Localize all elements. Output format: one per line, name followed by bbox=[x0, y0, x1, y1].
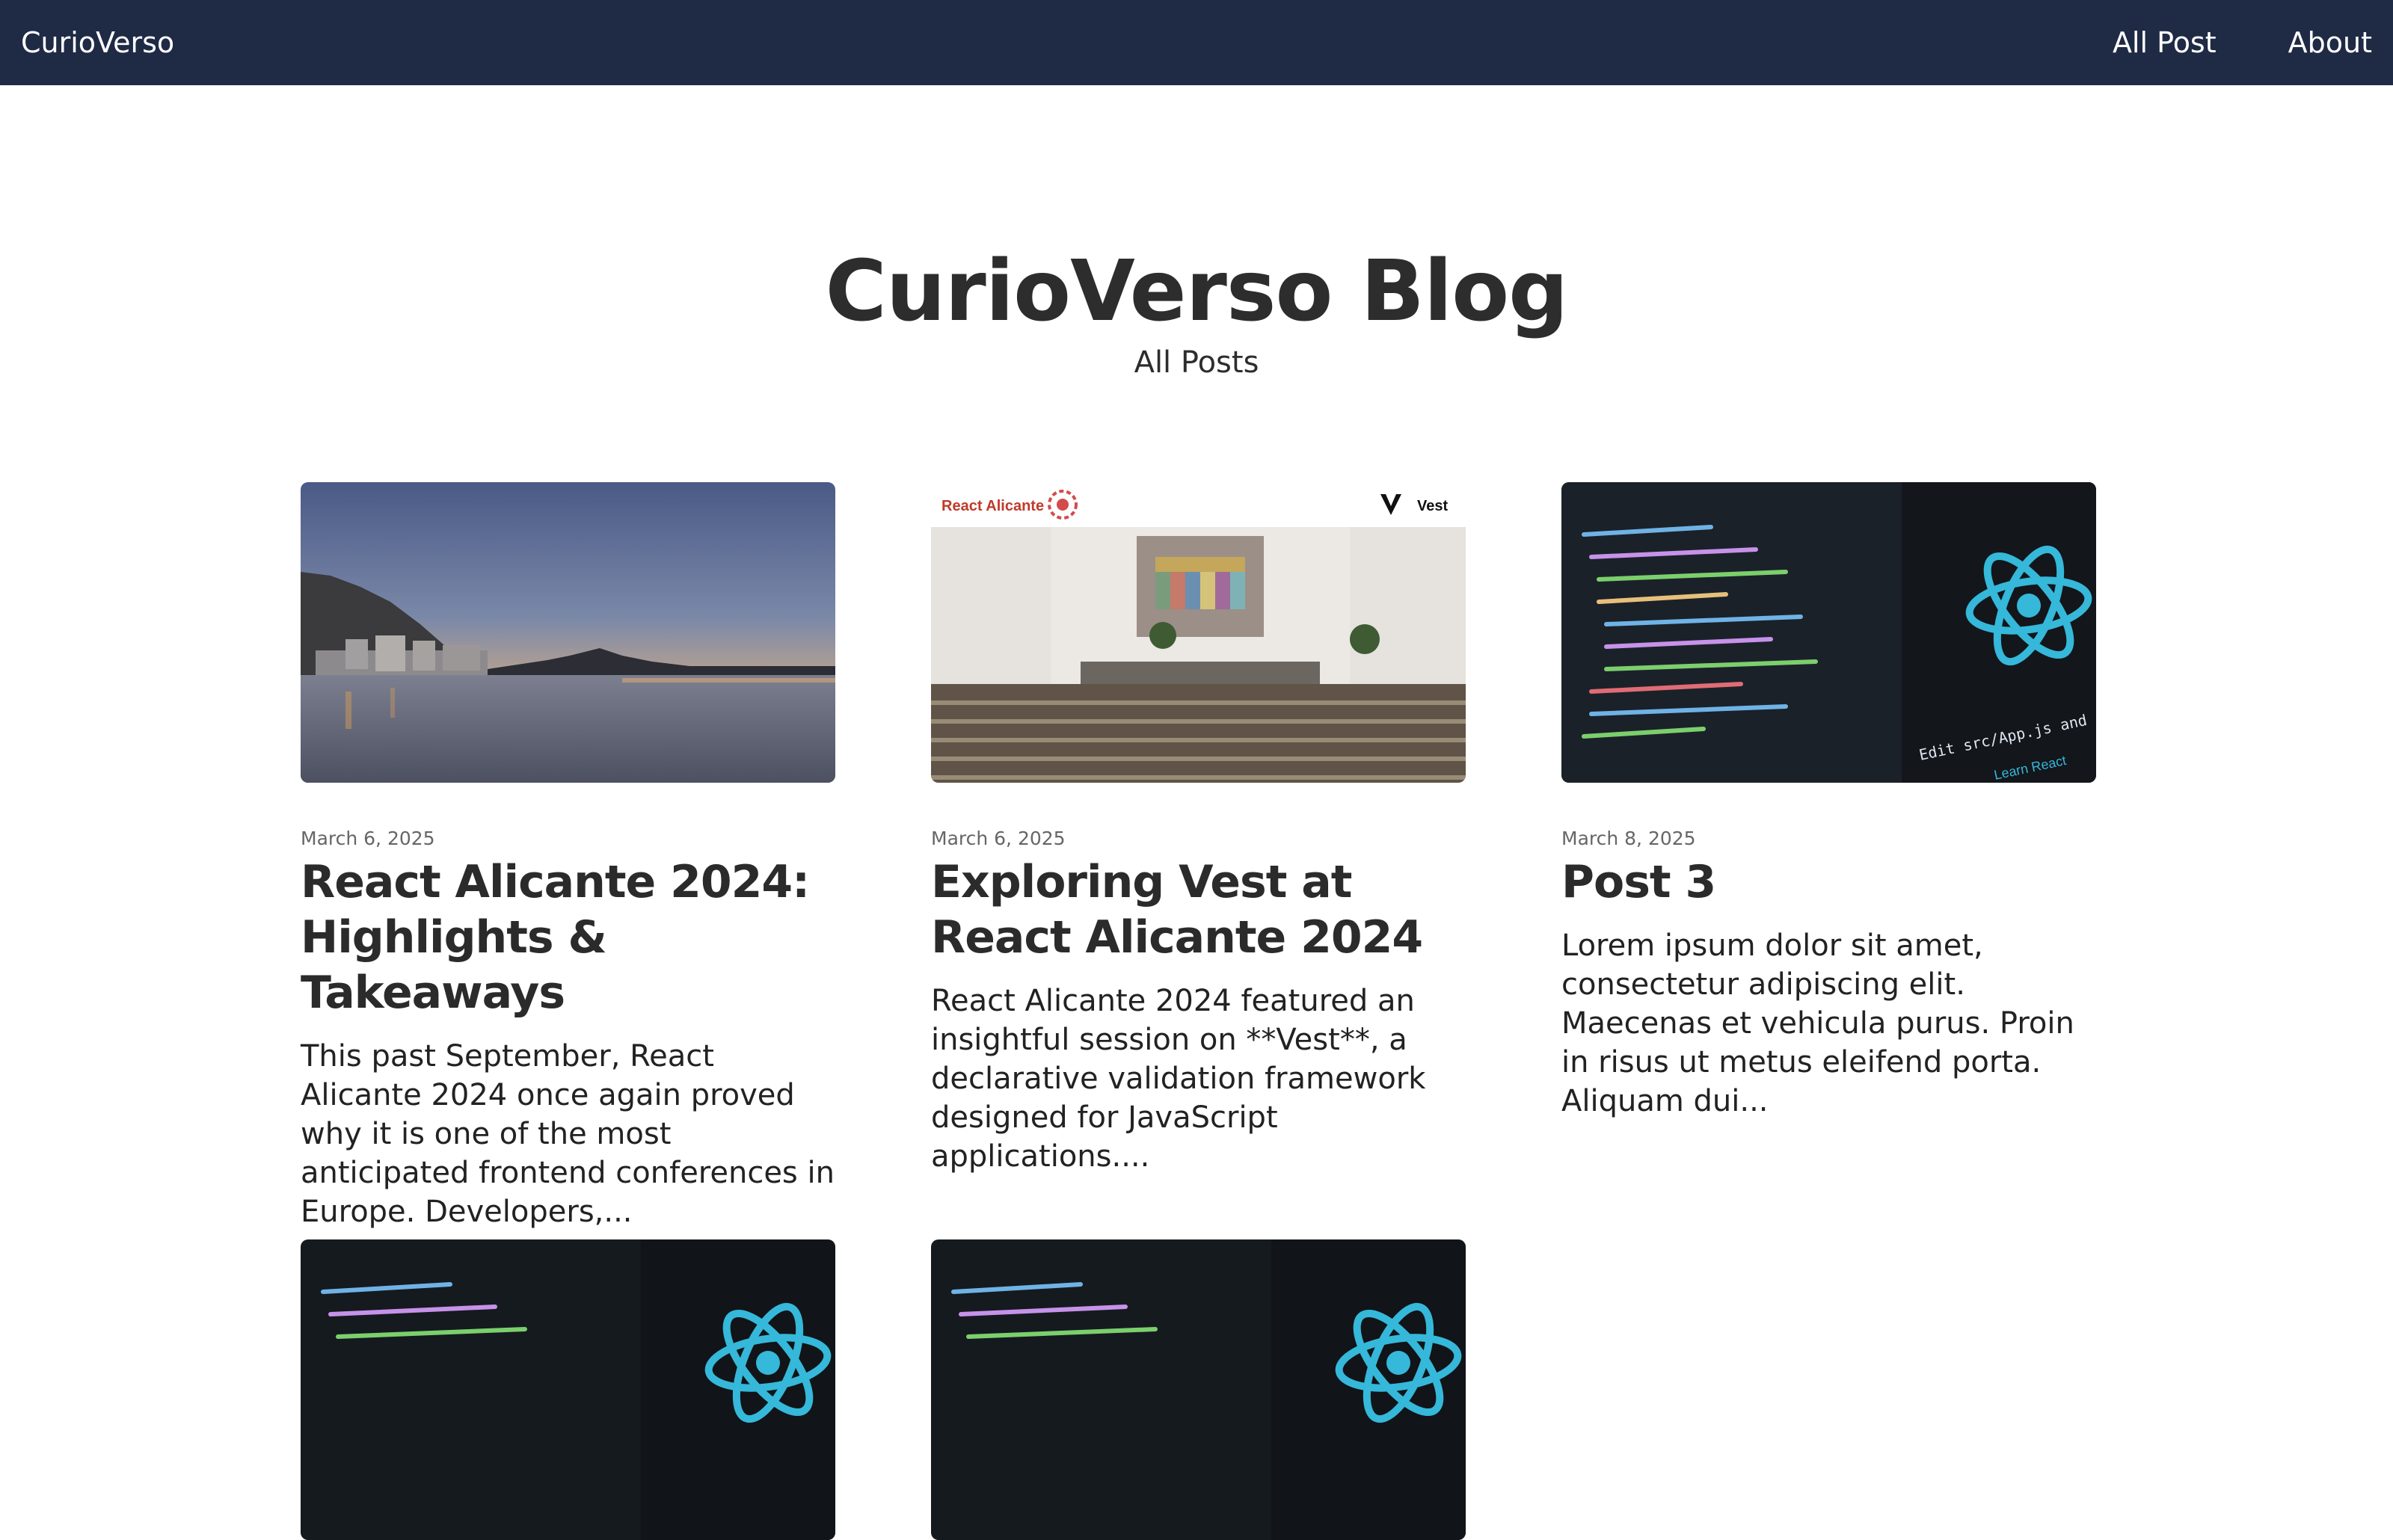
react-code-image bbox=[301, 1239, 835, 1540]
post-date: March 8, 2025 bbox=[1561, 828, 1696, 849]
post-thumbnail-react-code[interactable]: Edit src/App.js and save to rel Learn Re… bbox=[1561, 482, 2096, 783]
page-title: CurioVerso Blog bbox=[825, 243, 1569, 340]
post-thumbnail-alicante-sunset[interactable] bbox=[301, 482, 835, 783]
react-code-image bbox=[931, 1239, 1466, 1540]
post-title[interactable]: React Alicante 2024: Highlights & Takeaw… bbox=[301, 854, 835, 1020]
post-thumbnail-react-code[interactable] bbox=[301, 1239, 835, 1540]
react-alicante-logo: React Alicante bbox=[941, 498, 1044, 514]
post-title[interactable]: Exploring Vest at React Alicante 2024 bbox=[931, 854, 1466, 965]
post-excerpt: Lorem ipsum dolor sit amet, consectetur … bbox=[1561, 928, 2074, 1118]
page-subtitle: All Posts bbox=[1134, 345, 1259, 380]
post-thumbnail-react-code[interactable] bbox=[931, 1239, 1466, 1540]
hero: CurioVerso Blog All Posts bbox=[0, 239, 2393, 381]
post-thumbnail-vest-auditorium[interactable]: React Alicante Vest bbox=[931, 482, 1466, 783]
post-date: March 6, 2025 bbox=[931, 828, 1066, 849]
post-card-3[interactable]: Edit src/App.js and save to rel Learn Re… bbox=[1561, 482, 2096, 1121]
post-card-5[interactable] bbox=[931, 1239, 1466, 1540]
post-excerpt: This past September, React Alicante 2024… bbox=[301, 1039, 835, 1229]
post-date: March 6, 2025 bbox=[301, 828, 435, 849]
nav-link-about[interactable]: About bbox=[2288, 26, 2372, 59]
vest-logo-text: Vest bbox=[1417, 498, 1448, 514]
post-card-4[interactable] bbox=[301, 1239, 835, 1540]
sunset-image bbox=[301, 482, 835, 783]
brand-link[interactable]: CurioVerso bbox=[21, 0, 174, 85]
post-card-2[interactable]: React Alicante Vest March 6, 2025 Explor… bbox=[931, 482, 1466, 1176]
nav-link-all-post[interactable]: All Post bbox=[2113, 26, 2217, 59]
post-excerpt: React Alicante 2024 featured an insightf… bbox=[931, 984, 1426, 1174]
top-navbar: CurioVerso All Post About bbox=[0, 0, 2393, 85]
post-title[interactable]: Post 3 bbox=[1561, 854, 2096, 910]
react-code-image: Edit src/App.js and save to rel Learn Re… bbox=[1561, 482, 2096, 783]
auditorium-image: React Alicante Vest bbox=[931, 482, 1466, 783]
nav-links: All Post About bbox=[2113, 0, 2372, 85]
post-card-1[interactable]: March 6, 2025 React Alicante 2024: Highl… bbox=[301, 482, 835, 1231]
